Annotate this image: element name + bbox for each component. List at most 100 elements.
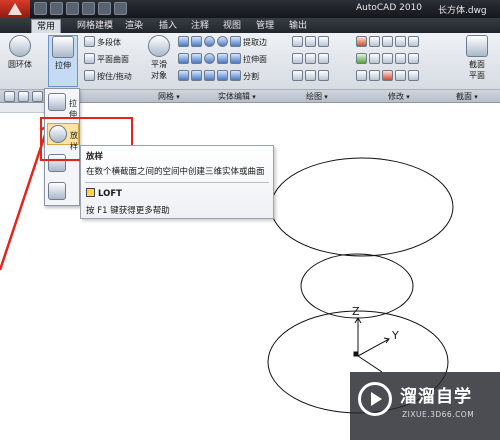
solid-edit-row-2: 拉伸面 <box>204 53 267 67</box>
open-file-icon[interactable] <box>50 2 63 15</box>
axis-y-label: Y <box>392 329 399 342</box>
polysolid-button[interactable]: 多段体 <box>84 36 121 50</box>
ucs-icon <box>353 317 390 373</box>
mesh-tool-row-1 <box>178 36 204 50</box>
panel-draw[interactable]: 绘图 <box>306 91 328 102</box>
section-plane-button[interactable]: 截面 平面 <box>462 35 492 87</box>
trim-icon[interactable] <box>395 53 406 64</box>
mesh-tool-icon[interactable] <box>191 36 202 47</box>
draw-row-2 <box>292 53 331 67</box>
region-icon[interactable] <box>305 70 316 81</box>
title-bar: AutoCAD 2010 长方体.dwg <box>0 0 500 18</box>
presspull-button[interactable]: 按住/拖动 <box>84 70 132 84</box>
interfere-icon[interactable] <box>217 53 228 64</box>
polysolid-icon <box>84 36 95 47</box>
explode-icon[interactable] <box>369 70 380 81</box>
mesh-tool-icon[interactable] <box>178 53 189 64</box>
extrude-face-icon[interactable] <box>230 53 241 64</box>
panel-icon[interactable] <box>32 91 43 102</box>
extrude-face-label[interactable]: 拉伸面 <box>243 55 267 64</box>
tab-insert[interactable]: 插入 <box>154 19 182 33</box>
extract-edges-icon[interactable] <box>230 36 241 47</box>
extrude-icon <box>48 93 66 111</box>
tab-mesh-modeling[interactable]: 网格建模 <box>72 19 118 33</box>
tab-home[interactable]: 常用 <box>31 19 62 33</box>
subtract-icon[interactable] <box>217 36 228 47</box>
union-icon[interactable] <box>204 36 215 47</box>
undo-icon[interactable] <box>82 2 95 15</box>
sweep-icon <box>48 182 66 200</box>
slice-icon[interactable] <box>204 70 215 81</box>
stretch-icon[interactable] <box>408 53 419 64</box>
new-file-icon[interactable] <box>34 2 47 15</box>
watermark-url: ZIXUE.3D66.COM <box>402 410 475 419</box>
planar-surface-button[interactable]: 平面曲面 <box>84 53 129 67</box>
extrude-label: 拉伸 <box>55 61 71 70</box>
torus-button[interactable]: 圆环体 <box>6 35 34 87</box>
tab-output[interactable]: 输出 <box>284 19 312 33</box>
extract-edges-label[interactable]: 提取边 <box>243 38 267 47</box>
tooltip-description: 在数个横截面之间的空间中创建三维实体或曲面 <box>86 167 265 177</box>
mesh-tool-icon[interactable] <box>191 70 202 81</box>
join-icon[interactable] <box>395 70 406 81</box>
scale-icon[interactable] <box>382 53 393 64</box>
viewport-controls[interactable] <box>0 103 46 113</box>
panel-mesh[interactable]: 网格 <box>158 91 180 102</box>
ribbon: 圆环体 拉伸 多段体 平面曲面 按住/拖动 平滑 对象 提取边 拉伸面 分割 截… <box>0 33 500 90</box>
app-title: AutoCAD 2010 <box>356 3 423 13</box>
watermark-brand: 溜溜自学 <box>400 387 472 407</box>
move-icon[interactable] <box>382 36 393 47</box>
extrude-button[interactable]: 拉伸 <box>48 35 78 87</box>
thicken-icon[interactable] <box>217 70 228 81</box>
separate-icon[interactable] <box>230 70 241 81</box>
top-ellipse <box>270 157 454 257</box>
extrude-icon <box>52 36 74 58</box>
application-menu-icon[interactable] <box>0 0 30 18</box>
rotate-icon[interactable] <box>356 53 367 64</box>
mesh-tool-icon[interactable] <box>178 70 189 81</box>
command-icon <box>86 188 95 197</box>
play-logo-icon <box>358 382 392 416</box>
fillet-icon[interactable] <box>356 36 367 47</box>
smooth-object-button[interactable]: 平滑 对象 <box>146 35 172 87</box>
hatch-icon[interactable] <box>318 70 329 81</box>
panel-modify[interactable]: 修改 <box>388 91 410 102</box>
erase-icon[interactable] <box>382 70 393 81</box>
offset-icon[interactable] <box>408 36 419 47</box>
rectangle-icon[interactable] <box>305 53 316 64</box>
panel-icon[interactable] <box>18 91 29 102</box>
axis-z-label: Z <box>352 305 360 318</box>
flyout-item-sweep[interactable] <box>47 181 79 203</box>
tooltip-divider <box>85 182 269 183</box>
tab-annotate[interactable]: 注释 <box>186 19 214 33</box>
plot-icon[interactable] <box>114 2 127 15</box>
array-icon[interactable] <box>369 53 380 64</box>
mesh-tool-icon[interactable] <box>191 53 202 64</box>
loft-tooltip: 放样 在数个横截面之间的空间中创建三维实体或曲面 LOFT 按 F1 键获得更多… <box>80 145 274 219</box>
intersect-icon[interactable] <box>204 53 215 64</box>
redo-icon[interactable] <box>98 2 111 15</box>
spline-icon[interactable] <box>318 53 329 64</box>
panel-section[interactable]: 截面 <box>456 91 478 102</box>
copy-icon[interactable] <box>369 36 380 47</box>
arc-icon[interactable] <box>318 36 329 47</box>
tab-render[interactable]: 渲染 <box>120 19 148 33</box>
modify-row-2 <box>356 53 421 67</box>
tooltip-command: LOFT <box>86 188 122 199</box>
circle-icon[interactable] <box>292 53 303 64</box>
tab-view[interactable]: 视图 <box>218 19 246 33</box>
panel-icon[interactable] <box>4 91 15 102</box>
chamfer-icon[interactable] <box>408 70 419 81</box>
tab-manage[interactable]: 管理 <box>251 19 279 33</box>
save-icon[interactable] <box>66 2 79 15</box>
align-icon[interactable] <box>356 70 367 81</box>
polygon-icon[interactable] <box>292 70 303 81</box>
mirror-icon[interactable] <box>395 36 406 47</box>
flyout-item-extrude[interactable]: 拉伸 <box>47 92 79 119</box>
polyline-icon[interactable] <box>305 36 316 47</box>
mesh-tool-icon[interactable] <box>178 36 189 47</box>
panel-solid-editing[interactable]: 实体编辑 <box>218 91 256 102</box>
modify-row-1 <box>356 36 421 50</box>
line-icon[interactable] <box>292 36 303 47</box>
separate-label[interactable]: 分割 <box>243 72 259 81</box>
